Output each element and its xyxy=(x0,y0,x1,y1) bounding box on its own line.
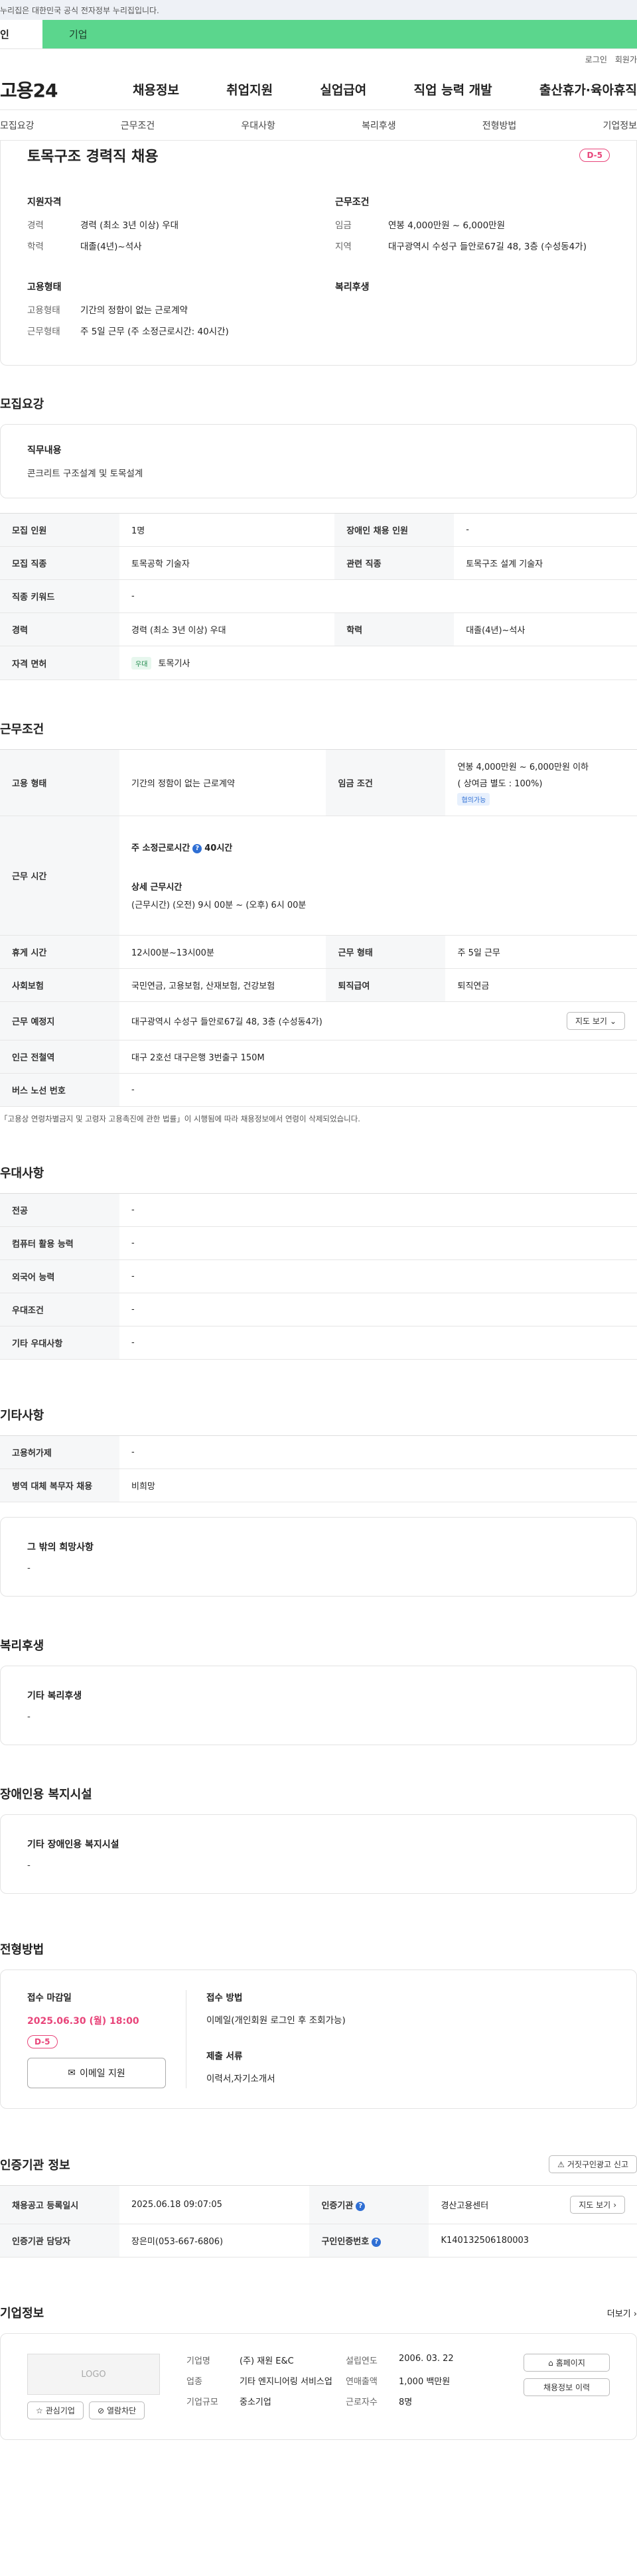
mail-icon: ✉ xyxy=(68,2068,76,2078)
gnb-item-parental-leave[interactable]: 출산휴가·육아휴직 xyxy=(539,80,637,98)
table-row: 인근 전철역 대구 2호선 대구은행 3번출구 150M xyxy=(0,1040,637,1074)
table-row: 우대조건 - xyxy=(0,1293,637,1326)
star-icon: ☆ xyxy=(36,2405,43,2415)
chevron-right-icon: › xyxy=(613,2200,616,2210)
benefit-section: 복리후생 기타 복리후생 - xyxy=(0,1636,637,1745)
table-row: 경력 경력 (최소 3년 이상) 우대 학력 대졸(4년)~석사 xyxy=(0,612,637,646)
signup-link[interactable]: 회원가 xyxy=(615,54,637,65)
preference-section: 우대사항 전공 - 컴퓨터 활용 능력 - 외국어 능력 - 우대조건 - 기타 우대사… xyxy=(0,1164,637,1360)
table-row: 근무 시간 주 소정근로시간? 40시간 상세 근무시간 (근무시간) (오전) … xyxy=(0,816,637,936)
subnav-company[interactable]: 기업정보 xyxy=(602,119,637,132)
recruit-history-button[interactable]: 채용정보 이력 xyxy=(524,2378,610,2396)
table-row: 휴게 시간 12시00분~13시00분 근무 형태 주 5일 근무 xyxy=(0,935,637,969)
auth-org-table: 채용공고 등록일시 2025.06.18 09:07:05 인증기관? 경산고용… xyxy=(0,2185,637,2257)
negotiable-tag: 협의가능 xyxy=(457,793,490,806)
chevron-down-icon: ⌄ xyxy=(609,1016,616,1026)
etc-section: 기타사항 고용허가제 - 병역 대체 복무자 채용 비희망 그 밖의 희망사항 - xyxy=(0,1406,637,1597)
support-qualification: 지원자격 경력 경력 (최소 3년 이상) 우대 학력 대졸(4년)~석사 xyxy=(27,197,179,252)
info-icon[interactable]: ? xyxy=(356,2201,366,2211)
favorite-company-button[interactable]: ☆ 관심기업 xyxy=(27,2401,84,2419)
siren-icon: ⚠ xyxy=(557,2159,565,2169)
table-row: 사회보험 국민연금, 고용보험, 산재보험, 건강보험 퇴직급여 퇴직연금 xyxy=(0,968,637,1002)
homepage-button[interactable]: ⌂ 홈페이지 xyxy=(524,2354,610,2372)
other-wishes-box: 그 밖의 희망사항 - xyxy=(0,1517,637,1597)
table-row: 인증기관 담당자 장은미(053-667-6806) 구인인증번호? K1401… xyxy=(0,2224,637,2257)
table-row: 근무 예정지 대구광역시 수성구 들안로67길 48, 3층 (수성동4가) 지… xyxy=(0,1001,637,1040)
disabled-facility-section: 장애인용 복지시설 기타 장애인용 복지시설 - xyxy=(0,1785,637,1894)
table-row: 직종 키워드 - xyxy=(0,579,637,613)
auth-org-section: 인증기관 정보 ⚠ 거짓구인광고 신고 채용공고 등록일시 2025.06.18 … xyxy=(0,2155,637,2257)
process-section: 전형방법 접수 마감일 2025.06.30 (월) 18:00 D-5 ✉ 이메… xyxy=(0,1940,637,2109)
table-row: 컴퓨터 활용 능력 - xyxy=(0,1226,637,1260)
member-type-tabs: 인 기업 xyxy=(0,20,637,49)
info-icon[interactable]: ? xyxy=(372,2237,382,2247)
subnav-benefit[interactable]: 복리후생 xyxy=(362,119,396,132)
subnav-process[interactable]: 전형방법 xyxy=(482,119,517,132)
employment-type-summary: 고용형태 고용형태 기간의 정함이 없는 근로계약 근무형태 주 5일 근무 (주 … xyxy=(27,282,229,337)
welfare-summary: 복리후생 xyxy=(335,282,370,293)
deadline-value: 2025.06.30 (월) 18:00 xyxy=(27,2016,139,2027)
process-box: 접수 마감일 2025.06.30 (월) 18:00 D-5 ✉ 이메일 지원 … xyxy=(0,1969,637,2109)
auth-links: 로그인 회원가 xyxy=(0,49,637,69)
recruit-title: 모집요강 xyxy=(0,397,44,411)
table-row: 자격 면허 우대 토목기사 xyxy=(0,646,637,680)
gnb-item-vocational-training[interactable]: 직업 능력 개발 xyxy=(414,80,492,98)
company-more-link[interactable]: 더보기 › xyxy=(607,2307,637,2319)
job-summary-card: 토목구조 경력직 채용 D-5 지원자격 경력 경력 (최소 3년 이상) 우대 … xyxy=(0,141,637,366)
dday-badge: D-5 xyxy=(579,149,610,162)
recruit-section: 모집요강 직무내용 콘크리트 구조설계 및 토목설계 모집 인원 1명 장애인 … xyxy=(0,395,637,680)
subnav-recruit[interactable]: 모집요강 xyxy=(0,119,35,132)
login-link[interactable]: 로그인 xyxy=(585,54,607,65)
gov-notice-bar: 누리집은 대한민국 공식 전자정부 누리집입니다. xyxy=(0,0,637,20)
company-section: 기업정보 더보기 › LOGO ☆ 관심기업 ⊘ 열람차단 기업명 (주) 재원 E… xyxy=(0,2304,637,2445)
gnb-item-employment-support[interactable]: 취업지원 xyxy=(226,80,273,98)
report-fake-ad-button[interactable]: ⚠ 거짓구인광고 신고 xyxy=(549,2155,637,2173)
gov-notice-text: 누리집은 대한민국 공식 전자정부 누리집입니다. xyxy=(0,5,159,15)
block-view-button[interactable]: ⊘ 열람차단 xyxy=(88,2401,145,2419)
table-row: 모집 직종 토목공학 기술자 관련 직종 토목구조 설계 기술자 xyxy=(0,546,637,580)
table-row: 모집 인원 1명 장애인 채용 인원 - xyxy=(0,513,637,547)
preferred-tag: 우대 xyxy=(131,657,152,670)
disabled-facility-box: 기타 장애인용 복지시설 - xyxy=(0,1814,637,1894)
table-row: 채용공고 등록일시 2025.06.18 09:07:05 인증기관? 경산고용… xyxy=(0,2185,637,2224)
benefit-box: 기타 복리후생 - xyxy=(0,1666,637,1745)
block-icon: ⊘ xyxy=(97,2405,104,2415)
age-discrimination-note: 「고용상 연령차별금지 및 고령자 고용촉진에 관한 법률」이 시행됨에 따라 … xyxy=(0,1114,360,1123)
dday-badge: D-5 xyxy=(27,2035,58,2048)
global-nav: 고용24 채용정보 취업지원 실업급여 직업 능력 개발 출산휴가·육아휴직 xyxy=(0,69,637,110)
email-apply-button[interactable]: ✉ 이메일 지원 xyxy=(27,2058,166,2088)
info-icon[interactable]: ? xyxy=(192,843,202,853)
table-row: 고용허가제 - xyxy=(0,1435,637,1469)
table-row: 고용 형태 기간의 정함이 없는 근로계약 임금 조건 연봉 4,000만원 ~… xyxy=(0,749,637,816)
map-view-button[interactable]: 지도 보기 ⌄ xyxy=(566,1012,625,1030)
home-icon: ⌂ xyxy=(548,2358,553,2368)
work-conditions-summary: 근무조건 임금 연봉 4,000만원 ~ 6,000만원 지역 대구광역시 수성구 … xyxy=(335,197,587,252)
conditions-table: 고용 형태 기간의 정함이 없는 근로계약 임금 조건 연봉 4,000만원 ~… xyxy=(0,749,637,1107)
duty-box: 직무내용 콘크리트 구조설계 및 토목설계 xyxy=(0,424,637,498)
preference-table: 전공 - 컴퓨터 활용 능력 - 외국어 능력 - 우대조건 - 기타 우대사항 - xyxy=(0,1193,637,1360)
table-row: 외국어 능력 - xyxy=(0,1259,637,1293)
tab-personal[interactable]: 인 xyxy=(0,20,42,48)
tab-company[interactable]: 기업 xyxy=(42,20,637,48)
gnb-item-jobs[interactable]: 채용정보 xyxy=(133,80,179,98)
conditions-section: 근무조건 고용 형태 기간의 정함이 없는 근로계약 임금 조건 연봉 4,00… xyxy=(0,720,637,1124)
company-card: LOGO ☆ 관심기업 ⊘ 열람차단 기업명 (주) 재원 E&C 설립연도 200… xyxy=(0,2333,637,2440)
table-row: 전공 - xyxy=(0,1193,637,1227)
section-subnav: 모집요강 근무조건 우대사항 복리후생 전형방법 기업정보 xyxy=(0,110,637,141)
gnb-item-unemployment-benefit[interactable]: 실업급여 xyxy=(320,80,366,98)
company-logo: LOGO xyxy=(27,2354,160,2395)
job-title: 토목구조 경력직 채용 xyxy=(27,149,159,165)
site-logo[interactable]: 고용24 xyxy=(0,76,133,103)
table-row: 병역 대체 복무자 채용 비희망 xyxy=(0,1468,637,1502)
table-row: 기타 우대사항 - xyxy=(0,1326,637,1360)
table-row: 버스 노선 번호 - xyxy=(0,1073,637,1107)
subnav-conditions[interactable]: 근무조건 xyxy=(121,119,155,132)
org-map-view-button[interactable]: 지도 보기 › xyxy=(570,2196,625,2214)
duty-value: 콘크리트 구조설계 및 토목설계 xyxy=(27,468,143,479)
recruit-table: 모집 인원 1명 장애인 채용 인원 - 모집 직종 토목공학 기술자 관련 직… xyxy=(0,513,637,680)
subnav-preference[interactable]: 우대사항 xyxy=(241,119,275,132)
etc-table: 고용허가제 - 병역 대체 복무자 채용 비희망 xyxy=(0,1435,637,1502)
